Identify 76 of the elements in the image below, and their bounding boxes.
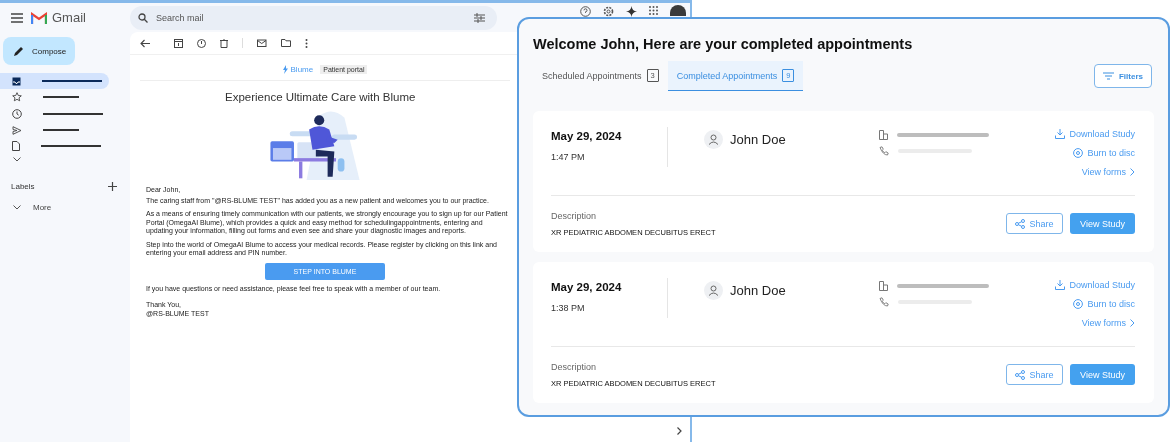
search-bar[interactable]: Search mail — [130, 5, 497, 30]
panel-title: Welcome John, Here are your completed appointments — [533, 36, 914, 52]
view-forms-link[interactable]: View forms — [1081, 316, 1135, 330]
burn-to-disc-link[interactable]: Burn to disc — [1073, 146, 1135, 160]
tune-icon[interactable] — [474, 12, 485, 23]
pencil-icon — [13, 45, 24, 57]
download-study-link[interactable]: Download Study — [1055, 127, 1135, 141]
menu-icon[interactable] — [11, 12, 23, 23]
file-icon — [12, 141, 20, 152]
phone-icon — [879, 297, 889, 307]
filter-icon — [1103, 72, 1114, 80]
search-input[interactable]: Search mail — [154, 11, 468, 24]
appointment-time: 1:38 PM — [551, 303, 586, 313]
search-icon — [138, 12, 148, 23]
email-headline: Experience Ultimate Care with Blume — [225, 91, 417, 104]
account-avatar[interactable] — [670, 5, 686, 16]
person-avatar-icon — [704, 281, 723, 300]
download-study-link[interactable]: Download Study — [1055, 278, 1135, 292]
disc-icon — [1073, 299, 1084, 309]
download-icon — [1055, 129, 1066, 139]
add-icon[interactable] — [108, 182, 117, 192]
label-placeholder-bar — [43, 112, 103, 115]
brand-name: Blume — [290, 65, 314, 74]
settings-icon[interactable] — [603, 6, 614, 17]
help-icon[interactable] — [580, 6, 591, 17]
apps-grid-icon[interactable] — [649, 6, 658, 15]
filters-button[interactable]: Filters — [1094, 64, 1152, 88]
envelope-m-logo-icon — [31, 11, 47, 24]
download-icon — [1055, 280, 1066, 290]
share-button[interactable]: Share — [1006, 213, 1063, 234]
view-forms-link[interactable]: View forms — [1081, 165, 1135, 179]
chevron-down-icon[interactable] — [13, 157, 21, 163]
appointment-date: May 29, 2024 — [551, 281, 623, 293]
appointment-date: May 29, 2024 — [551, 130, 623, 142]
bolt-icon — [282, 65, 288, 74]
star-icon — [12, 92, 22, 103]
trash-icon[interactable] — [220, 38, 228, 48]
label-placeholder-bar — [42, 80, 102, 83]
person-avatar-icon — [704, 130, 723, 149]
burn-to-disc-link[interactable]: Burn to disc — [1073, 297, 1135, 311]
view-study-button[interactable]: View Study — [1070, 213, 1135, 234]
mail-icon[interactable] — [257, 39, 267, 47]
building-icon — [879, 130, 888, 140]
product-name: Gmail — [52, 10, 86, 25]
chevron-right-icon — [1130, 168, 1135, 176]
label-placeholder-bar — [41, 145, 101, 148]
labels-heading: Labels — [11, 182, 35, 192]
chevron-right-icon[interactable] — [677, 427, 682, 435]
building-icon — [879, 281, 888, 291]
folder-icon[interactable] — [281, 39, 291, 47]
sparkle-icon[interactable] — [626, 6, 637, 17]
chevron-right-icon — [1130, 319, 1135, 327]
phone-icon — [879, 146, 889, 156]
description-label: Description — [551, 210, 598, 221]
archive-icon[interactable] — [174, 38, 183, 48]
report-icon[interactable] — [197, 38, 206, 48]
inbox-icon — [12, 76, 21, 86]
nav-item[interactable] — [0, 73, 109, 90]
more-vertical-icon[interactable] — [305, 38, 308, 48]
description-label: Description — [551, 361, 598, 372]
share-icon — [1015, 218, 1026, 229]
disc-icon — [1073, 148, 1084, 158]
compose-button[interactable]: Compose — [3, 37, 75, 65]
clock-icon — [12, 108, 22, 119]
label-placeholder-bar — [43, 129, 79, 132]
label-placeholder-bar — [43, 96, 79, 99]
view-study-button[interactable]: View Study — [1070, 364, 1135, 385]
chevron-down-icon — [13, 205, 21, 211]
share-button[interactable]: Share — [1006, 364, 1063, 385]
patient-name: John Doe — [730, 283, 786, 298]
share-icon — [1015, 369, 1026, 380]
back-arrow-icon[interactable] — [140, 38, 150, 48]
patient-name: John Doe — [730, 132, 786, 147]
appointment-time: 1:47 PM — [551, 152, 586, 162]
send-icon — [12, 125, 22, 135]
more-item[interactable]: More — [13, 203, 130, 213]
